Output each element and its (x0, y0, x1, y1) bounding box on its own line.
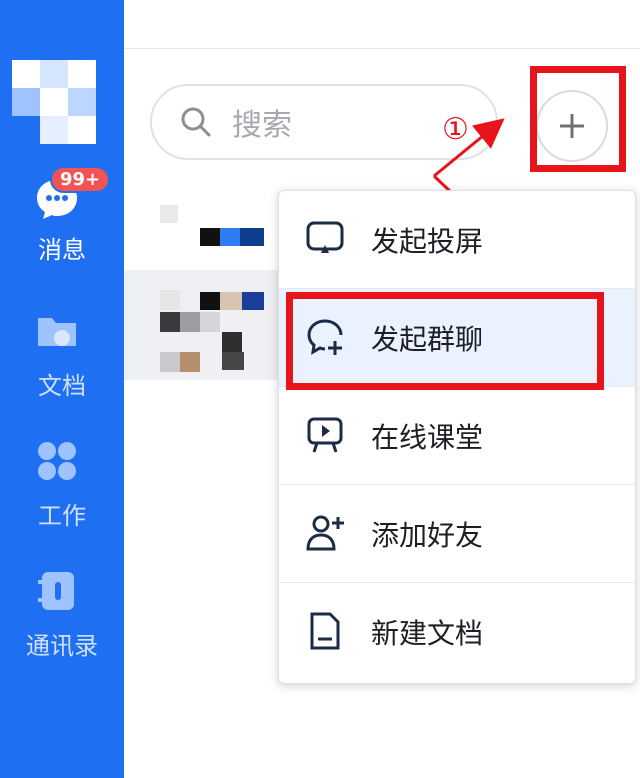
search-placeholder: 搜索 (232, 108, 292, 143)
nav-label: 文档 (38, 372, 86, 400)
nav-label: 通讯录 (26, 632, 98, 660)
add-dropdown-menu: 发起投屏 发起群聊 在线课堂 添加好友 新建文档 (278, 190, 636, 684)
unread-badge: 99+ (50, 166, 111, 193)
menu-item-add-friend[interactable]: 添加好友 (279, 485, 635, 582)
sidebar: 99+ 消息 文档 工作 通讯录 (0, 0, 124, 778)
online-classroom-icon (307, 417, 343, 453)
menu-label: 添加好友 (371, 519, 484, 552)
nav-item-work[interactable]: 工作 (0, 496, 124, 531)
nav-item-docs[interactable]: 文档 (0, 366, 124, 401)
menu-label: 在线课堂 (371, 421, 484, 454)
add-friend-icon (306, 515, 344, 551)
grid-apps-icon (38, 442, 76, 480)
menu-item-screen-cast[interactable]: 发起投屏 (279, 191, 635, 288)
nav-label: 消息 (38, 236, 86, 264)
nav-label: 工作 (38, 502, 86, 530)
highlight-box-plus (530, 66, 626, 172)
folder-cloud-icon (38, 318, 76, 346)
step-1-marker: ① (442, 112, 469, 147)
contacts-book-icon (38, 572, 74, 610)
search-icon (181, 107, 211, 137)
menu-label: 新建文档 (371, 617, 484, 650)
menu-item-online-classroom[interactable]: 在线课堂 (279, 387, 635, 484)
highlight-box-group-chat (286, 292, 604, 390)
new-document-icon (310, 612, 340, 650)
menu-item-new-document[interactable]: 新建文档 (279, 583, 635, 680)
top-divider (124, 48, 640, 49)
app-logo (12, 60, 98, 146)
screen-cast-icon (306, 221, 344, 253)
nav-item-contacts[interactable]: 通讯录 (0, 626, 124, 661)
nav-item-messages[interactable]: 消息 (0, 230, 124, 265)
menu-label: 发起投屏 (371, 225, 484, 258)
